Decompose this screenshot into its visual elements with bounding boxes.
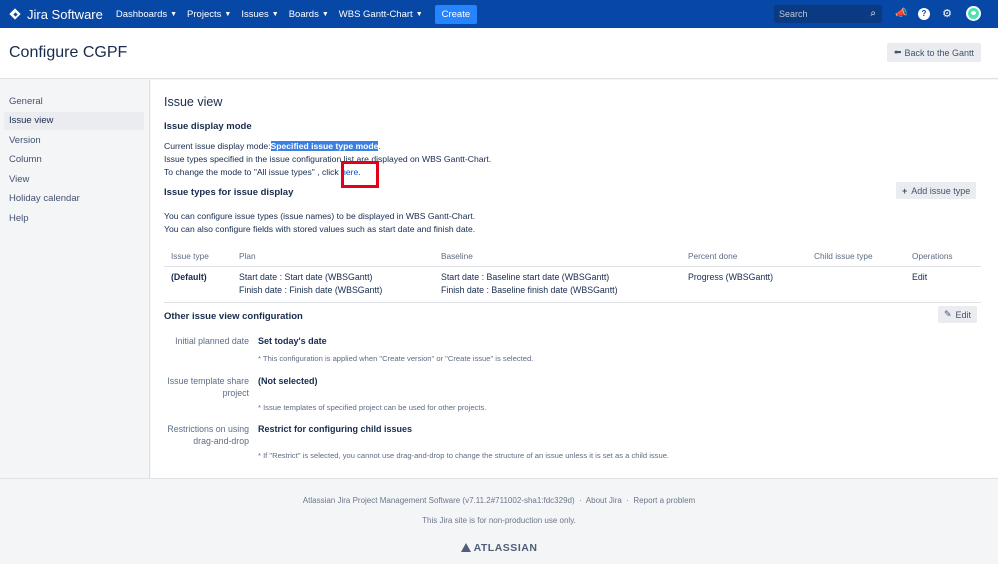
- sidebar-item-issue-view[interactable]: Issue view: [4, 112, 144, 130]
- chevron-down-icon: ▼: [224, 10, 232, 18]
- issue-types-heading: Issue types for issue display: [164, 187, 294, 198]
- change-mode-text: To change the mode to "All issue types" …: [164, 167, 361, 177]
- col-baseline: Baseline: [441, 251, 473, 261]
- page-title: Configure CGPF: [9, 44, 128, 61]
- back-to-gantt-button[interactable]: ⬅ Back to the Gantt: [886, 43, 981, 62]
- issue-types-desc-1: You can configure issue types (issue nam…: [164, 211, 476, 221]
- footer-separator: ·: [626, 496, 629, 505]
- drag-drop-restriction-value: Restrict for configuring child issues: [258, 424, 413, 434]
- report-problem-link[interactable]: Report a problem: [633, 496, 695, 505]
- jira-logo[interactable]: Jira Software: [9, 7, 103, 22]
- chevron-down-icon: ▼: [415, 10, 423, 18]
- create-button[interactable]: Create: [434, 4, 478, 24]
- template-share-project-label: Issue template share project: [167, 376, 249, 398]
- issue-types-desc-2: You can also configure fields with store…: [164, 224, 476, 234]
- page-header: Configure CGPF ⬅ Back to the Gantt: [0, 28, 998, 79]
- user-avatar[interactable]: [966, 6, 981, 21]
- chevron-down-icon: ▼: [170, 10, 178, 18]
- back-arrow-icon: ⬅: [893, 47, 902, 57]
- sidebar-item-version[interactable]: Version: [4, 132, 144, 150]
- nav-label: WBS Gantt-Chart: [338, 8, 413, 20]
- cell-baseline-start: Start date : Baseline start date (WBSGan…: [441, 272, 610, 282]
- chevron-down-icon: ▼: [271, 10, 279, 18]
- nav-wbs-gantt-chart[interactable]: WBS Gantt-Chart ▼: [339, 9, 423, 20]
- pencil-icon: ✎: [944, 309, 952, 319]
- current-mode-value: Specified issue type mode: [270, 141, 379, 151]
- template-share-project-note: * Issue templates of specified project c…: [258, 403, 487, 412]
- nav-dashboards[interactable]: Dashboards ▼: [116, 9, 177, 20]
- section-title: Issue view: [164, 95, 223, 109]
- search-box: ⌕: [774, 5, 882, 23]
- page-footer: Atlassian Jira Project Management Softwa…: [0, 478, 998, 564]
- current-mode-prefix: Current issue display mode:: [164, 141, 271, 151]
- back-to-gantt-label: Back to the Gantt: [904, 47, 974, 58]
- current-mode-suffix: .: [378, 141, 381, 151]
- edit-issue-type-link[interactable]: Edit: [912, 271, 927, 283]
- drag-drop-restriction-label: Restrictions on using drag-and-drop: [167, 424, 249, 446]
- cell-plan-start: Start date : Start date (WBSGantt): [239, 272, 373, 282]
- non-production-notice: This Jira site is for non-production use…: [422, 516, 576, 525]
- nav-label: Dashboards: [115, 8, 168, 20]
- atlassian-wordmark: ATLASSIAN: [473, 542, 538, 554]
- add-issue-type-button[interactable]: + Add issue type: [896, 182, 977, 199]
- table-header-divider: [164, 266, 981, 267]
- other-config-heading: Other issue view configuration: [164, 311, 303, 322]
- search-input[interactable]: [774, 9, 862, 19]
- cell-issue-type: (Default): [171, 272, 207, 282]
- chevron-down-icon: ▼: [321, 10, 329, 18]
- footer-links: Atlassian Jira Project Management Softwa…: [0, 496, 998, 505]
- atlassian-logo[interactable]: ATLASSIAN: [0, 542, 998, 554]
- main-content: Issue view Issue display mode Current is…: [151, 80, 998, 478]
- nav-menu: Dashboards ▼ Projects ▼ Issues ▼ Boards ▼ WB…: [116, 4, 478, 24]
- col-child-issue-type: Child issue type: [814, 251, 873, 261]
- nav-issues[interactable]: Issues ▼: [241, 9, 278, 20]
- plus-icon: +: [902, 185, 908, 196]
- highlight-box: [341, 161, 379, 188]
- nav-label: Issues: [241, 8, 269, 20]
- top-navigation: Jira Software Dashboards ▼ Projects ▼ Issu…: [0, 0, 998, 28]
- sidebar-item-general[interactable]: General: [4, 93, 144, 111]
- nav-label: Boards: [288, 8, 319, 20]
- current-display-mode: Current issue display mode:Specified iss…: [164, 141, 381, 151]
- drag-drop-restriction-note: * If "Restrict" is selected, you cannot …: [258, 451, 670, 460]
- jira-logo-icon: [9, 8, 22, 21]
- nav-label: Projects: [187, 8, 222, 20]
- settings-sidebar: General Issue view Version Column View H…: [0, 80, 150, 478]
- template-share-project-value: (Not selected): [258, 376, 318, 386]
- col-percent-done: Percent done: [688, 251, 738, 261]
- atlassian-logo-icon: [460, 543, 471, 552]
- sidebar-item-view[interactable]: View: [4, 171, 144, 189]
- display-mode-description: Issue types specified in the issue confi…: [164, 154, 492, 164]
- gear-icon[interactable]: ⚙: [941, 8, 953, 20]
- initial-planned-date-label: Initial planned date: [175, 336, 249, 346]
- footer-version[interactable]: Atlassian Jira Project Management Softwa…: [303, 496, 575, 505]
- cell-baseline-finish: Finish date : Baseline finish date (WBSG…: [441, 285, 618, 295]
- edit-label: Edit: [955, 309, 972, 320]
- col-plan: Plan: [239, 251, 256, 261]
- sidebar-item-column[interactable]: Column: [4, 151, 144, 169]
- col-operations: Operations: [912, 251, 953, 261]
- initial-planned-date-value: Set today's date: [258, 336, 327, 346]
- nav-boards[interactable]: Boards ▼: [289, 9, 329, 20]
- nav-projects[interactable]: Projects ▼: [187, 9, 231, 20]
- notifications-megaphone-icon[interactable]: 📣: [895, 8, 907, 20]
- table-bottom-divider: [164, 302, 981, 303]
- sidebar-item-help[interactable]: Help: [4, 210, 144, 228]
- search-icon[interactable]: ⌕: [870, 8, 876, 19]
- footer-separator: ·: [579, 496, 582, 505]
- col-issue-type: Issue type: [171, 251, 209, 261]
- initial-planned-date-note: * This configuration is applied when "Cr…: [258, 354, 534, 363]
- cell-plan-finish: Finish date : Finish date (WBSGantt): [239, 285, 383, 295]
- help-icon[interactable]: ?: [918, 8, 930, 20]
- edit-other-config-button[interactable]: ✎ Edit: [938, 306, 978, 323]
- sidebar-item-holiday-calendar[interactable]: Holiday calendar: [4, 190, 144, 208]
- add-issue-type-label: Add issue type: [911, 185, 971, 196]
- issue-display-mode-heading: Issue display mode: [164, 121, 252, 132]
- product-name: Jira Software: [27, 6, 103, 22]
- cell-percent-done: Progress (WBSGantt): [688, 272, 774, 282]
- about-jira-link[interactable]: About Jira: [586, 496, 622, 505]
- change-mode-prefix: To change the mode to "All issue types" …: [164, 167, 342, 177]
